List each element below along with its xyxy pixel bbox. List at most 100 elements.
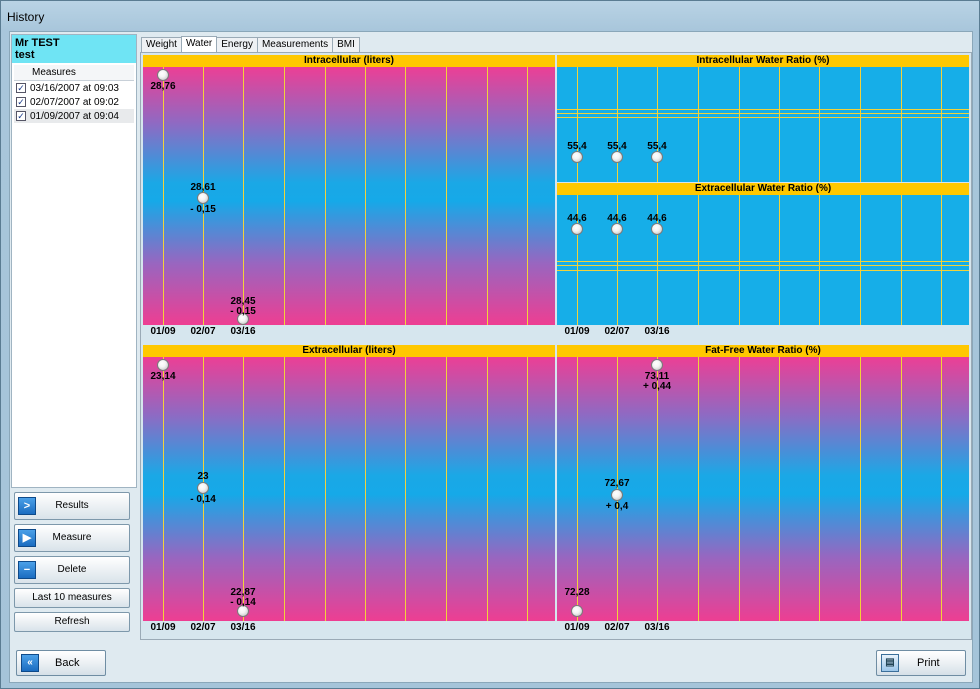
extracellular-panel: Extracellular (liters) 23,14 23 - 0,14 2…: [143, 345, 555, 635]
bottom-bar: « Back ▤ Print: [10, 644, 972, 684]
measure-item[interactable]: ✓ 01/09/2007 at 09:04: [14, 109, 134, 123]
measure-label: 01/09/2007 at 09:04: [30, 110, 119, 122]
client-area: Mr TEST test Measures ✓ 03/16/2007 at 09…: [9, 31, 973, 683]
refresh-label: Refresh: [54, 616, 90, 627]
value-label: 23,14: [150, 371, 176, 382]
panel-title: Intracellular (liters): [143, 55, 555, 67]
plot-area: 23,14 23 - 0,14 22,87 - 0,14: [143, 357, 555, 621]
x-axis-labels: 01/09 02/07 03/16: [143, 622, 555, 634]
x-axis-labels: 01/09 02/07 03/16: [557, 622, 969, 634]
side-buttons: > Results ▶ Measure − Delete Last 10 mea…: [14, 492, 132, 636]
delta-label: + 0,44: [642, 381, 672, 392]
delta-label: + 0,4: [605, 501, 629, 512]
tab-strip: Weight Water Energy Measurements BMI: [141, 36, 360, 52]
x-label: 03/16: [644, 622, 670, 633]
x-label: 03/16: [230, 326, 256, 337]
x-label: 01/09: [150, 326, 176, 337]
x-label: 01/09: [564, 622, 590, 633]
tab-weight[interactable]: Weight: [141, 37, 182, 52]
back-button[interactable]: « Back: [16, 650, 106, 676]
minus-icon: −: [18, 561, 36, 579]
tab-bmi[interactable]: BMI: [332, 37, 360, 52]
measure-label: Measure: [52, 532, 92, 543]
plot-area: 55,4 55,4 55,4: [557, 67, 969, 182]
panel-title: Intracellular Water Ratio (%): [557, 55, 969, 67]
data-point[interactable]: [611, 223, 623, 235]
plot-area: 44,6 44,6 44,6: [557, 195, 969, 325]
x-label: 01/09: [150, 622, 176, 633]
window-title: History: [7, 10, 45, 24]
measure-checkbox[interactable]: ✓: [16, 111, 26, 121]
value-label: 72,67: [604, 478, 630, 489]
delta-label: - 0,14: [190, 494, 216, 505]
plot-area: 72,28 72,67 + 0,4 73,11 + 0,44: [557, 357, 969, 621]
delta-label: - 0,15: [190, 204, 216, 215]
value-label: 28,76: [150, 81, 176, 92]
window-titlebar: History: [7, 7, 407, 27]
value-label: 23: [197, 471, 209, 482]
refresh-button[interactable]: Refresh: [14, 612, 130, 632]
delete-button[interactable]: − Delete: [14, 556, 130, 584]
panel-title: Extracellular Water Ratio (%): [557, 183, 969, 195]
data-point[interactable]: [571, 151, 583, 163]
data-point[interactable]: [197, 192, 209, 204]
document-icon: ▤: [881, 654, 899, 672]
user-subtitle: test: [15, 49, 35, 61]
measure-label: 02/07/2007 at 09:02: [30, 96, 119, 108]
measure-item[interactable]: ✓ 02/07/2007 at 09:02: [14, 95, 134, 109]
data-point[interactable]: [611, 151, 623, 163]
chevron-right-icon: >: [18, 497, 36, 515]
x-axis-labels: 01/09 02/07 03/16: [557, 326, 969, 338]
delete-label: Delete: [57, 564, 87, 575]
ecw-ratio-panel: Extracellular Water Ratio (%) 44,6 44,6 …: [557, 183, 969, 339]
results-button[interactable]: > Results: [14, 492, 130, 520]
measure-checkbox[interactable]: ✓: [16, 97, 26, 107]
print-button[interactable]: ▤ Print: [876, 650, 966, 676]
delta-label: - 0,15: [230, 306, 256, 317]
data-point[interactable]: [197, 482, 209, 494]
value-label: 28,61: [190, 182, 216, 193]
data-point[interactable]: [157, 359, 169, 371]
user-box: Mr TEST test: [12, 35, 136, 63]
water-tab-page: Intracellular (liters) 28,76 28,61 - 0,1…: [140, 52, 972, 640]
x-label: 03/16: [644, 326, 670, 337]
measures-column-header: Measures: [14, 65, 134, 81]
measure-checkbox[interactable]: ✓: [16, 83, 26, 93]
x-label: 02/07: [190, 622, 216, 633]
x-label: 02/07: [190, 326, 216, 337]
intracellular-panel: Intracellular (liters) 28,76 28,61 - 0,1…: [143, 55, 555, 339]
tab-energy[interactable]: Energy: [216, 37, 258, 52]
panel-title: Extracellular (liters): [143, 345, 555, 357]
data-point[interactable]: [571, 223, 583, 235]
ffw-ratio-panel: Fat-Free Water Ratio (%) 72,28 72,67 + 0…: [557, 345, 969, 635]
history-window: History Mr TEST test Measures ✓ 03/16/20…: [0, 0, 980, 689]
x-label: 02/07: [604, 622, 630, 633]
data-point[interactable]: [157, 69, 169, 81]
measures-panel: Mr TEST test Measures ✓ 03/16/2007 at 09…: [11, 34, 137, 488]
play-icon: ▶: [18, 529, 36, 547]
data-point[interactable]: [571, 605, 583, 617]
x-label: 01/09: [564, 326, 590, 337]
x-label: 02/07: [604, 326, 630, 337]
last-10-label: Last 10 measures: [32, 592, 112, 603]
tab-water[interactable]: Water: [180, 36, 218, 52]
measure-button[interactable]: ▶ Measure: [14, 524, 130, 552]
data-point[interactable]: [651, 223, 663, 235]
icw-ratio-panel: Intracellular Water Ratio (%) 55,4 55,4 …: [557, 55, 969, 182]
data-point[interactable]: [651, 151, 663, 163]
measure-label: 03/16/2007 at 09:03: [30, 82, 119, 94]
back-label: Back: [55, 657, 80, 669]
data-point[interactable]: [611, 489, 623, 501]
data-point[interactable]: [651, 359, 663, 371]
last-10-measures-button[interactable]: Last 10 measures: [14, 588, 130, 608]
results-label: Results: [55, 500, 89, 511]
panel-title: Fat-Free Water Ratio (%): [557, 345, 969, 357]
delta-label: - 0,14: [230, 597, 256, 608]
x-axis-labels: 01/09 02/07 03/16: [143, 326, 555, 338]
plot-area: 28,76 28,61 - 0,15 28,45 - 0,15: [143, 67, 555, 325]
tab-measurements[interactable]: Measurements: [256, 37, 334, 52]
x-label: 03/16: [230, 622, 256, 633]
measure-item[interactable]: ✓ 03/16/2007 at 09:03: [14, 81, 134, 95]
value-label: 72,28: [564, 587, 590, 598]
double-chevron-left-icon: «: [21, 654, 39, 672]
